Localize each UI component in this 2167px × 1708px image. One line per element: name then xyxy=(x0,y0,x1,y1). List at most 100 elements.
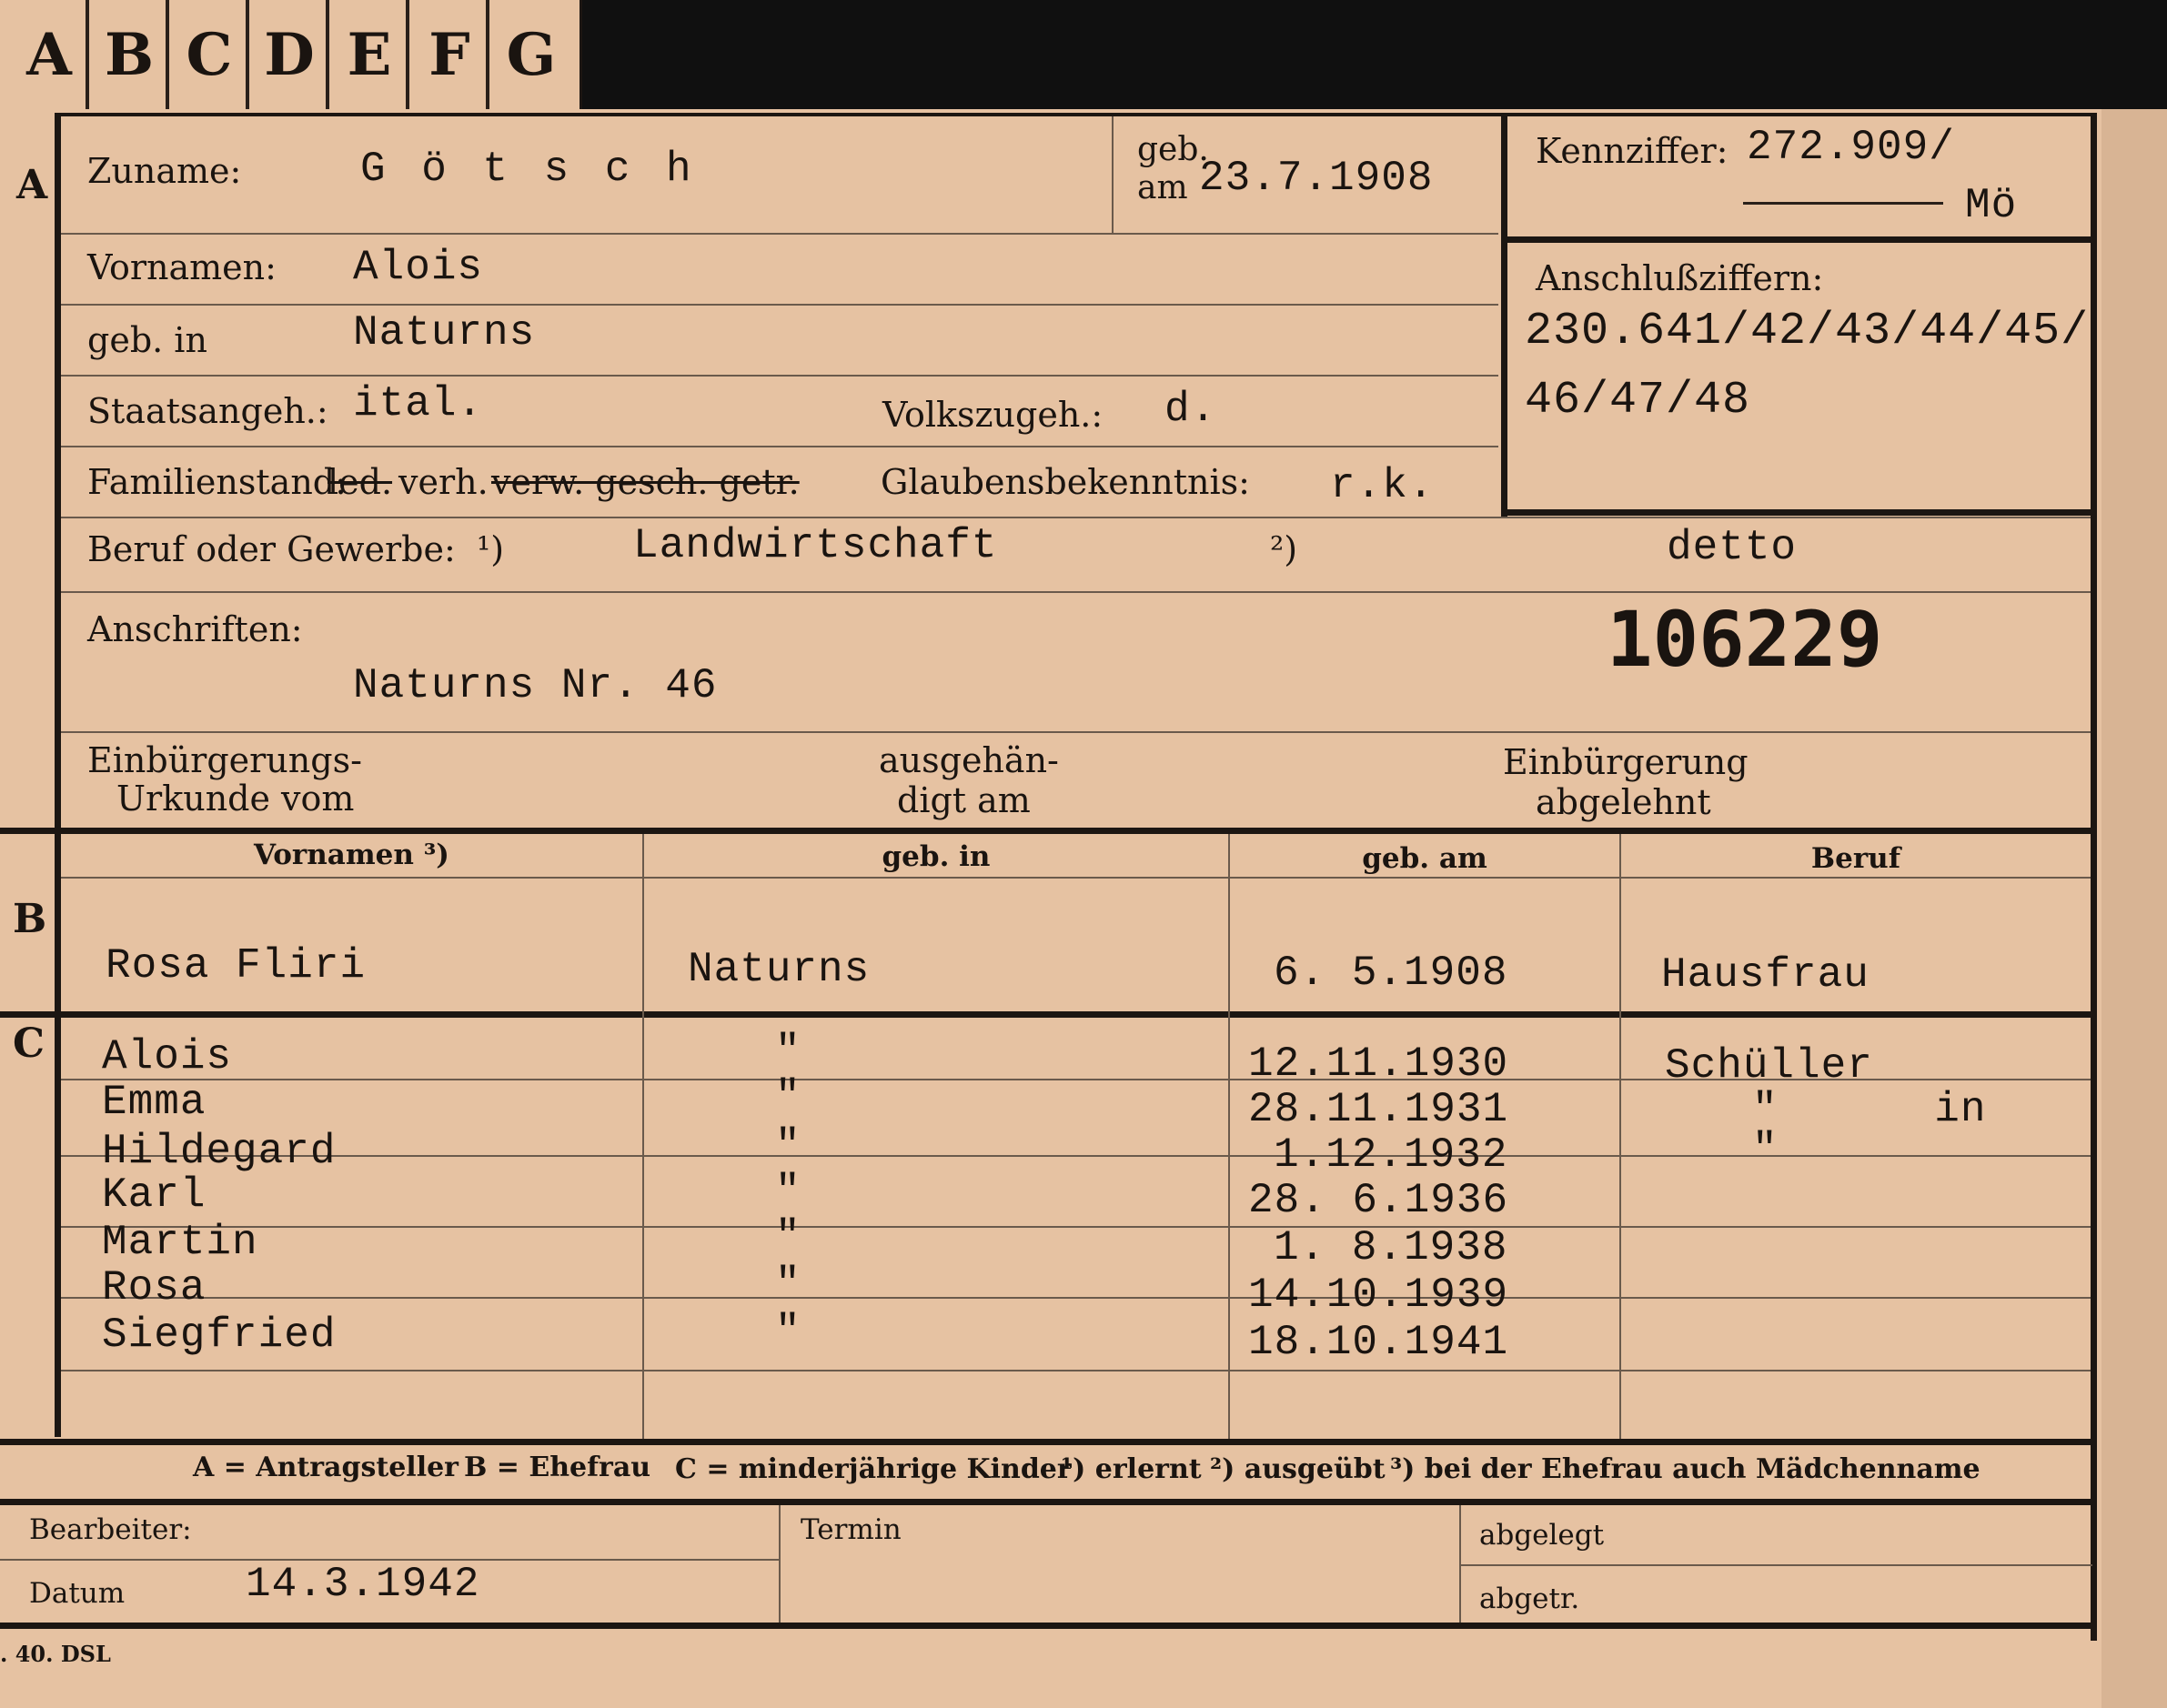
c-row-3-date: 1.12.1932 xyxy=(1274,1131,1508,1179)
c-row-3-name: Hildegard xyxy=(102,1128,337,1175)
frame-right xyxy=(2091,113,2097,1641)
c-row-7-date: 18.10.1941 xyxy=(1248,1319,1509,1366)
rule xyxy=(1112,116,1114,233)
tab-f[interactable]: F xyxy=(413,0,489,109)
tab-e[interactable]: E xyxy=(333,0,409,109)
datum-value: 14.3.1942 xyxy=(246,1561,480,1608)
section-b-marker: B xyxy=(13,896,47,942)
c-row-3-beruf: " xyxy=(1752,1126,1779,1173)
c-row-4-name: Karl xyxy=(102,1171,207,1219)
geb-am-value: 23.7.1908 xyxy=(1199,155,1434,202)
c-row-7-name: Siegfried xyxy=(102,1311,337,1359)
einbuergerung-abgelehnt-label-2: abgelehnt xyxy=(1536,782,1711,822)
rule xyxy=(61,446,1498,447)
tab-g[interactable]: G xyxy=(493,0,569,109)
section-c-top-rule xyxy=(0,1011,2097,1018)
b-header-geb-in: geb. in xyxy=(882,840,991,873)
anschlussziffern-line-1: 230.641/42/43/44/45/ xyxy=(1525,306,2090,357)
c-row-6-place: " xyxy=(775,1261,801,1308)
glaubensbekenntnis-value: r.k. xyxy=(1330,462,1435,509)
rule xyxy=(61,1370,2091,1371)
b-header-beruf: Beruf xyxy=(1810,842,1901,875)
familienstand-led: led. xyxy=(328,462,393,502)
einbuergerungsurkunde-label-2: Urkunde vom xyxy=(116,779,355,819)
termin-label: Termin xyxy=(801,1513,902,1546)
section-c-marker: C xyxy=(13,1020,45,1067)
rule xyxy=(61,1155,2091,1157)
ausgehaendigt-label-1: ausgehän- xyxy=(879,740,1059,780)
c-row-5-date: 1. 8.1938 xyxy=(1274,1224,1508,1271)
tab-c[interactable]: C xyxy=(173,0,249,109)
c-row-2-date: 28.11.1931 xyxy=(1248,1086,1509,1133)
c-row-1-beruf: Schüller xyxy=(1665,1042,1873,1090)
rule xyxy=(642,834,644,1439)
c-row-1-place: " xyxy=(775,1028,801,1075)
tab-b[interactable]: B xyxy=(93,0,169,109)
zuname-label: Zuname: xyxy=(87,151,242,191)
tab-d[interactable]: D xyxy=(253,0,329,109)
glaubensbekenntnis-label: Glaubensbekenntnis: xyxy=(881,462,1250,502)
bearbeiter-label: Bearbeiter: xyxy=(29,1513,192,1546)
abgetragen-label: abgetr. xyxy=(1479,1582,1580,1615)
rule xyxy=(61,517,2091,518)
c-row-1-name: Alois xyxy=(102,1033,233,1080)
c-row-6-name: Rosa xyxy=(102,1264,207,1311)
legend-note-1: ¹) erlernt xyxy=(1061,1453,1202,1485)
b-header-vornamen: Vornamen ³) xyxy=(254,839,449,871)
abgelegt-label: abgelegt xyxy=(1479,1519,1605,1552)
legend-bottom-rule xyxy=(0,1499,2097,1505)
rule xyxy=(61,304,1498,306)
legend-ehefrau: B = Ehefrau xyxy=(464,1452,651,1483)
footer-bottom-rule xyxy=(0,1623,2097,1629)
c-row-2-name: Emma xyxy=(102,1079,207,1126)
kennziffer-box-mid xyxy=(1501,236,2092,243)
rule xyxy=(1459,1564,2092,1566)
beruf-note-1: ¹) xyxy=(477,529,505,569)
beruf-note-2: ²) xyxy=(1270,529,1298,569)
vornamen-label: Vornamen: xyxy=(87,247,277,287)
rule xyxy=(61,731,2091,733)
anschriften-label: Anschriften: xyxy=(87,609,303,649)
geb-in-label: geb. in xyxy=(87,320,207,360)
staatsangehoerigkeit-value: ital. xyxy=(353,380,484,427)
familienstand-other: verw. gesch. getr. xyxy=(491,462,800,502)
legend-note-2: ²) ausgeübt xyxy=(1210,1453,1386,1485)
rule xyxy=(61,1297,2091,1299)
rule xyxy=(61,375,1498,377)
rule xyxy=(61,1226,2091,1228)
rule xyxy=(61,877,2091,879)
tab-a[interactable]: A xyxy=(13,0,89,109)
frame-top xyxy=(55,113,2097,116)
b-geb-in-value: Naturns xyxy=(688,946,871,993)
ausgehaendigt-label-2: digt am xyxy=(897,780,1031,820)
print-code: . 40. DSL xyxy=(0,1641,111,1667)
c-row-1-date: 12.11.1930 xyxy=(1248,1040,1509,1088)
legend-top-rule xyxy=(0,1439,2097,1445)
einbuergerungsurkunde-label-1: Einbürgerungs- xyxy=(87,740,362,780)
beruf-ausgeuebt-value: detto xyxy=(1667,524,1798,571)
b-vornamen-value: Rosa Fliri xyxy=(106,942,367,990)
c-row-5-name: Martin xyxy=(102,1219,258,1266)
section-b-top-rule xyxy=(0,828,2097,834)
stamp-number: 106229 xyxy=(1607,595,1883,684)
anschlussziffern-label: Anschlußziffern: xyxy=(1536,258,1824,298)
c-row-2-place: " xyxy=(775,1073,801,1120)
c-row-6-date: 14.10.1939 xyxy=(1248,1271,1509,1319)
kennziffer-label: Kennziffer: xyxy=(1536,131,1729,171)
rule xyxy=(779,1505,781,1623)
kennziffer-divider xyxy=(1743,202,1943,205)
zuname-value: G ö t s c h xyxy=(360,146,697,193)
rule xyxy=(61,591,2091,593)
kennziffer-value: 272.909/ xyxy=(1747,124,1955,171)
rule xyxy=(1228,834,1230,1439)
familienstand-verh: verh. xyxy=(398,462,489,502)
staatsangehoerigkeit-label: Staatsangeh.: xyxy=(87,391,328,431)
beruf-label: Beruf oder Gewerbe: xyxy=(87,529,456,569)
familienstand-label: Familienstand: xyxy=(87,462,347,502)
kennziffer-box-left xyxy=(1501,116,1507,517)
beruf-erlernt-value: Landwirtschaft xyxy=(633,522,998,569)
section-a-marker: A xyxy=(16,162,48,208)
anschriften-value: Naturns Nr. 46 xyxy=(353,662,718,709)
b-geb-am-value: 6. 5.1908 xyxy=(1274,949,1508,997)
c-row-5-place: " xyxy=(775,1213,801,1261)
